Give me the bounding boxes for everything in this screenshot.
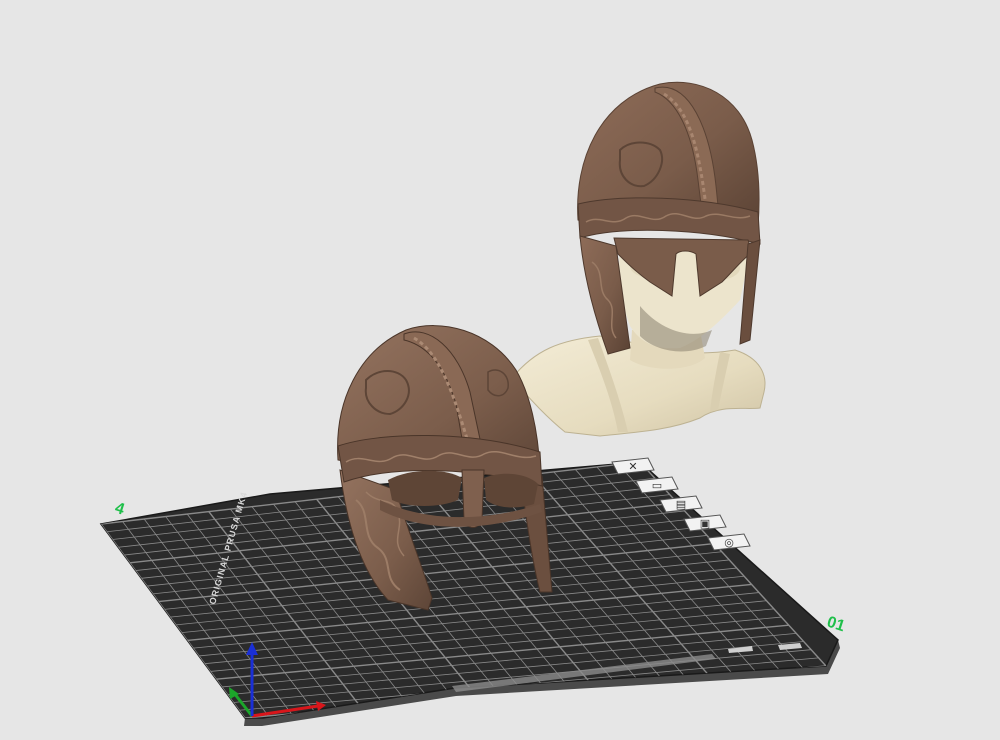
settings-icon: ◎ — [724, 536, 734, 549]
delete-icon: ✕ — [628, 460, 637, 473]
scene-canvas[interactable]: ORIGINAL PRUSA MK4 4 01 ✕▭▤▣◎ — [0, 0, 1000, 740]
helmet-eye-left — [388, 470, 462, 506]
plate-label-left: 4 — [113, 500, 127, 519]
arrange-icon: ▤ — [676, 498, 686, 511]
copy-plate-icon: ▭ — [652, 479, 662, 492]
helmet-eye-right — [484, 473, 538, 508]
lock-icon: ▣ — [700, 517, 710, 530]
object-bust-with-helmet[interactable] — [511, 81, 766, 437]
3d-viewport[interactable]: ORIGINAL PRUSA MK4 4 01 ✕ ▭ ▤ ▣ ◎ — [0, 0, 1000, 740]
